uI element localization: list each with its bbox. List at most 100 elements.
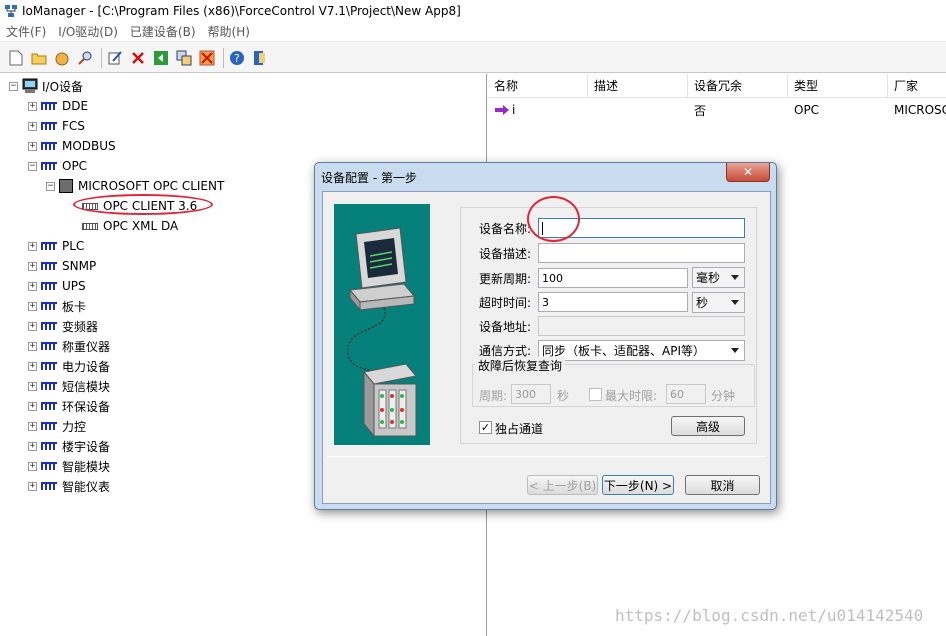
max-time-input[interactable]: 60 [666, 384, 706, 404]
exit-icon[interactable] [250, 48, 270, 68]
device-illustration [334, 204, 430, 445]
expand-icon[interactable]: + [28, 361, 37, 371]
tree-item-label: 力控 [62, 419, 87, 434]
delete-icon[interactable] [128, 48, 148, 68]
table-row[interactable]: i 否 OPC MICROSO [488, 100, 946, 120]
tree-item-label: SNMP [62, 259, 97, 273]
tree-root[interactable]: − I/O设备 [9, 76, 83, 96]
column-vendor[interactable]: 厂家 [888, 74, 946, 97]
tree-item-power[interactable]: + 电力设备 [28, 356, 110, 376]
close-button[interactable]: ✕ [726, 163, 770, 182]
tree-item-board[interactable]: + 板卡 [28, 296, 86, 316]
new-icon[interactable] [6, 48, 26, 68]
tree-item-likong[interactable]: + 力控 [28, 416, 86, 436]
copy-icon[interactable] [174, 48, 194, 68]
tree-item-label: UPS [62, 279, 86, 293]
expand-icon[interactable]: + [28, 321, 37, 331]
prev-button[interactable]: < 上一步(B) [527, 475, 598, 495]
expand-icon[interactable]: + [28, 481, 37, 491]
tree-item-opc-xml-da[interactable]: OPC XML DA [82, 216, 178, 236]
computer-icon [22, 78, 38, 93]
cut-icon[interactable] [197, 48, 217, 68]
address-input[interactable] [538, 316, 745, 336]
driver-icon [41, 402, 57, 410]
tree-item-inverter[interactable]: + 变频器 [28, 316, 98, 336]
exclusive-checkbox[interactable]: ✓ [479, 421, 492, 434]
hand-icon[interactable] [52, 48, 72, 68]
expand-icon[interactable]: + [28, 381, 37, 391]
expand-icon[interactable]: + [28, 421, 37, 431]
menu-bar: 文件(F) I/O驱动(D) 已建设备(B) 帮助(H) [0, 22, 946, 42]
tree-item-smart-module[interactable]: + 智能模块 [28, 456, 110, 476]
update-period-unit-select[interactable]: 毫秒 [692, 267, 745, 288]
cancel-button[interactable]: 取消 [685, 475, 760, 495]
tree-item-label: 板卡 [62, 299, 87, 314]
tree-item-snmp[interactable]: + SNMP [28, 256, 96, 276]
expand-icon[interactable]: + [28, 141, 37, 151]
dialog-title: 设备配置 - 第一步 [321, 171, 417, 185]
expand-icon[interactable]: + [28, 101, 37, 111]
tree-item-label: 智能模块 [62, 459, 111, 474]
tree-item-label: 短信模块 [62, 379, 111, 394]
column-redundant[interactable]: 设备冗余 [688, 74, 788, 97]
expand-icon[interactable]: + [28, 121, 37, 131]
timeout-unit-select[interactable]: 秒 [692, 292, 745, 313]
edit-icon[interactable] [105, 48, 125, 68]
expand-icon[interactable]: + [28, 241, 37, 251]
tree-item-building[interactable]: + 楼宇设备 [28, 436, 110, 456]
tree-item-modbus[interactable]: + MODBUS [28, 136, 116, 156]
expand-icon[interactable]: + [28, 301, 37, 311]
collapse-icon[interactable]: − [9, 81, 18, 91]
menu-io-driver[interactable]: I/O驱动(D) [58, 23, 118, 40]
column-name[interactable]: 名称 [488, 74, 588, 97]
tree-item-label: 称重仪器 [62, 339, 111, 354]
expand-icon[interactable]: + [28, 281, 37, 291]
address-label: 设备地址: [479, 320, 532, 334]
tree-item-microsoft-opc-client[interactable]: − MICROSOFT OPC CLIENT [46, 176, 224, 196]
close-icon: ✕ [742, 165, 754, 179]
expand-icon[interactable]: + [28, 401, 37, 411]
expand-icon[interactable]: + [28, 461, 37, 471]
tree-item-fcs[interactable]: + FCS [28, 116, 85, 136]
timeout-input[interactable]: 3 [538, 292, 688, 312]
tree-item-weighing[interactable]: + 称重仪器 [28, 336, 110, 356]
recovery-group-label: 故障后恢复查询 [475, 357, 566, 374]
find-icon[interactable] [75, 48, 95, 68]
tree-item-opc[interactable]: − OPC [28, 156, 87, 176]
device-desc-input[interactable] [538, 243, 745, 263]
collapse-icon[interactable]: − [46, 181, 55, 191]
tree-item-smart-meter[interactable]: + 智能仪表 [28, 476, 110, 496]
comm-mode-select[interactable]: 同步（板卡、适配器、API等） [538, 340, 745, 361]
driver-icon [41, 142, 57, 150]
help-icon[interactable]: ? [227, 48, 247, 68]
column-desc[interactable]: 描述 [588, 74, 688, 97]
tree-item-label: PLC [62, 239, 85, 253]
update-period-input[interactable]: 100 [538, 268, 688, 288]
tree-item-plc[interactable]: + PLC [28, 236, 84, 256]
next-button[interactable]: 下一步(N) > [602, 475, 674, 495]
driver-icon [41, 362, 57, 370]
expand-icon[interactable]: + [28, 441, 37, 451]
collapse-icon[interactable]: − [28, 161, 37, 171]
recovery-period-input[interactable]: 300 [511, 384, 551, 404]
menu-file[interactable]: 文件(F) [6, 23, 46, 40]
tree-item-dde[interactable]: + DDE [28, 96, 88, 116]
tree-item-env[interactable]: + 环保设备 [28, 396, 110, 416]
svg-text:?: ? [234, 52, 240, 65]
max-time-checkbox[interactable] [589, 388, 602, 401]
tree-item-sms[interactable]: + 短信模块 [28, 376, 110, 396]
expand-icon[interactable]: + [28, 261, 37, 271]
open-icon[interactable] [29, 48, 49, 68]
back-icon[interactable] [151, 48, 171, 68]
driver-icon [41, 282, 57, 290]
driver-icon [41, 242, 57, 250]
column-type[interactable]: 类型 [788, 74, 888, 97]
expand-icon[interactable]: + [28, 341, 37, 351]
highlight-circle [527, 196, 580, 242]
menu-devices[interactable]: 已建设备(B) [130, 23, 196, 40]
menu-help[interactable]: 帮助(H) [208, 23, 250, 40]
tree-item-ups[interactable]: + UPS [28, 276, 86, 296]
update-period-label: 更新周期: [479, 272, 532, 286]
advanced-button[interactable]: 高级 [671, 416, 745, 436]
driver-icon [41, 122, 57, 130]
